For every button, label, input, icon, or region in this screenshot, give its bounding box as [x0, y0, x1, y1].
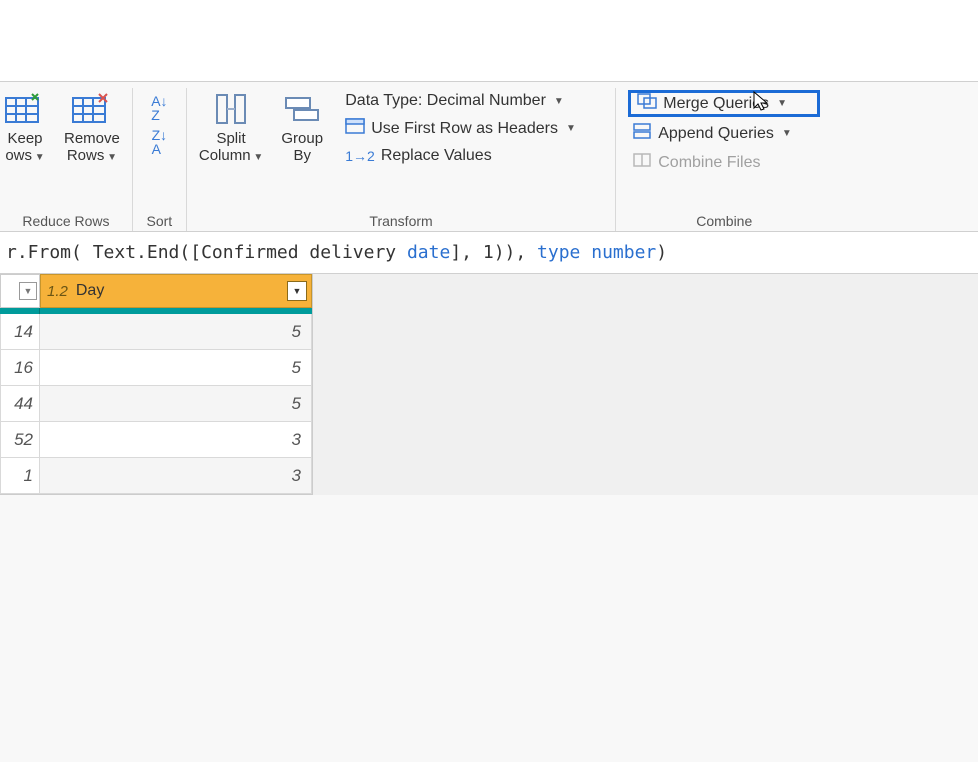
group-reduce-rows: Keep ows ▼ Remove Rows ▼ Reduce Rows: [0, 88, 133, 231]
group-by-icon: [282, 90, 322, 128]
column-name: Day: [76, 282, 104, 300]
keep-rows-icon: [4, 90, 46, 128]
remove-rows-button[interactable]: Remove Rows ▼: [60, 88, 124, 167]
formula-bar[interactable]: r.From( Text.End([Confirmed delivery dat…: [0, 232, 978, 274]
sort-buttons[interactable]: A↓Z Z↓A: [145, 88, 173, 162]
column-header-day[interactable]: 1.2 Day ▼: [40, 274, 312, 308]
use-first-row-label: Use First Row as Headers: [371, 120, 558, 138]
column-filter-icon[interactable]: ▼: [287, 281, 307, 301]
merge-queries-label: Merge Queries: [663, 95, 769, 113]
group-label-combine: Combine: [696, 211, 752, 229]
use-first-row-icon: [345, 118, 365, 139]
cell-day[interactable]: 5: [40, 350, 312, 386]
keep-rows-label-1: Keep: [7, 130, 42, 147]
table-row[interactable]: 145: [0, 314, 312, 350]
replace-values-icon: 1→2: [345, 148, 375, 164]
data-grid[interactable]: ▼ 1.2 Day ▼ 14516544552313: [0, 274, 313, 495]
row-index-cell: 14: [0, 314, 40, 350]
merge-icon: [637, 93, 657, 114]
ribbon: Keep ows ▼ Remove Rows ▼ Reduce Rows: [0, 82, 978, 232]
keep-rows-label-2: ows: [5, 147, 32, 164]
row-index-header[interactable]: ▼: [0, 274, 40, 308]
remove-rows-label-1: Remove: [64, 130, 120, 147]
cell-day[interactable]: 3: [40, 458, 312, 494]
cell-day[interactable]: 3: [40, 422, 312, 458]
cell-day[interactable]: 5: [40, 386, 312, 422]
group-transform: Split Column ▼ Group By Data Type: Decim…: [187, 88, 616, 231]
data-grid-area: ▼ 1.2 Day ▼ 14516544552313: [0, 274, 978, 495]
table-row[interactable]: 445: [0, 386, 312, 422]
combine-files-button: Combine Files: [628, 150, 820, 175]
group-by-button[interactable]: Group By: [273, 88, 331, 167]
group-by-label-1: Group: [281, 130, 323, 147]
group-label-transform: Transform: [369, 211, 432, 229]
group-label-sort: Sort: [147, 211, 173, 229]
replace-values-button[interactable]: 1→2 Replace Values: [341, 145, 603, 167]
chevron-down-icon: ▼: [566, 123, 576, 134]
split-column-icon: [211, 90, 251, 128]
data-type-label: Data Type: Decimal Number: [345, 92, 546, 110]
use-first-row-button[interactable]: Use First Row as Headers ▼: [341, 116, 603, 141]
group-label-reduce-rows: Reduce Rows: [22, 211, 109, 229]
chevron-down-icon: ▼: [32, 152, 45, 163]
split-column-label-1: Split: [216, 130, 245, 147]
remove-rows-label-2: Rows: [67, 147, 105, 164]
cell-day[interactable]: 5: [40, 314, 312, 350]
sort-asc-icon[interactable]: A↓Z: [151, 94, 167, 122]
merge-queries-button[interactable]: Merge Queries ▼: [628, 90, 820, 117]
append-icon: [632, 123, 652, 144]
table-row[interactable]: 165: [0, 350, 312, 386]
group-combine: Merge Queries ▼ Append Queries ▼: [616, 88, 832, 231]
chevron-down-icon: ▼: [104, 152, 117, 163]
row-index-cell: 44: [0, 386, 40, 422]
keep-rows-button[interactable]: Keep ows ▼: [0, 88, 54, 167]
row-index-cell: 1: [0, 458, 40, 494]
chevron-down-icon: ▼: [251, 152, 264, 163]
group-sort: A↓Z Z↓A Sort: [133, 88, 187, 231]
chevron-down-icon: ▼: [777, 98, 787, 109]
blank-header-region: [0, 0, 978, 82]
split-column-button[interactable]: Split Column ▼: [195, 88, 267, 167]
table-row[interactable]: 523: [0, 422, 312, 458]
formula-col: date: [407, 242, 450, 263]
column-header-row: ▼ 1.2 Day ▼: [0, 274, 312, 308]
column-type-tag: 1.2: [47, 283, 68, 300]
column-dropdown-icon[interactable]: ▼: [19, 282, 37, 300]
combine-files-icon: [632, 152, 652, 173]
formula-fragment: r.From( Text.End([Confirmed delivery: [6, 242, 407, 263]
append-queries-button[interactable]: Append Queries ▼: [628, 121, 820, 146]
formula-type: type number: [537, 242, 656, 263]
remove-rows-icon: [71, 90, 113, 128]
split-column-label-2: Column: [199, 147, 251, 164]
chevron-down-icon: ▼: [554, 96, 564, 107]
append-queries-label: Append Queries: [658, 125, 774, 143]
sort-desc-icon[interactable]: Z↓A: [152, 128, 168, 156]
table-row[interactable]: 13: [0, 458, 312, 494]
chevron-down-icon: ▼: [782, 128, 792, 139]
data-type-button[interactable]: Data Type: Decimal Number ▼: [341, 90, 603, 112]
row-index-cell: 16: [0, 350, 40, 386]
combine-files-label: Combine Files: [658, 154, 760, 172]
group-by-label-2: By: [293, 147, 311, 164]
replace-values-label: Replace Values: [381, 147, 492, 165]
row-index-cell: 52: [0, 422, 40, 458]
